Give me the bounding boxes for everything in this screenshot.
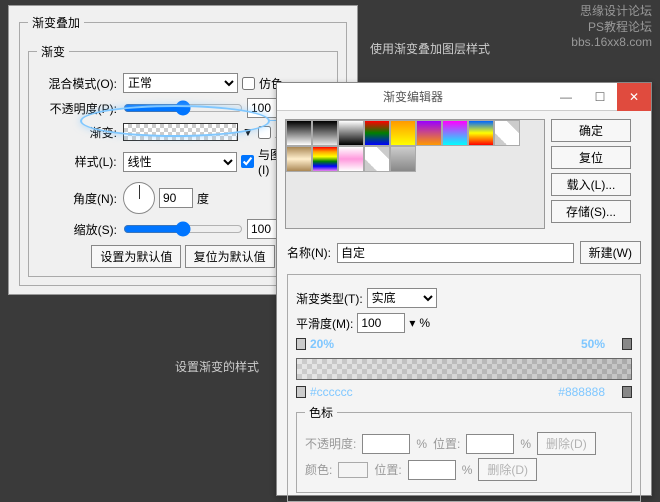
type-label: 渐变类型(T):	[296, 290, 363, 307]
wm-l1: 思缘设计论坛	[571, 4, 652, 20]
preset-swatch[interactable]	[338, 146, 364, 172]
wm-url: bbs.16xx8.com	[571, 35, 652, 51]
annotation-opacity-left: 20%	[310, 337, 334, 351]
color-stop[interactable]	[622, 386, 632, 398]
percent-5: %	[520, 437, 531, 451]
stop-color-label: 颜色:	[305, 461, 332, 478]
stop-pos-input-2	[408, 460, 456, 480]
preset-swatch[interactable]	[312, 120, 338, 146]
style-select[interactable]: 线性	[123, 152, 237, 172]
titlebar: 渐变编辑器 — ☐ ✕	[277, 83, 651, 111]
preset-swatch[interactable]	[468, 120, 494, 146]
opacity-stop[interactable]	[622, 338, 632, 350]
save-button[interactable]: 存储(S)...	[551, 200, 631, 223]
opacity-stop[interactable]	[296, 338, 306, 350]
blend-label: 混合模式(O):	[37, 75, 119, 92]
smooth-input[interactable]	[357, 313, 405, 333]
minimize-icon[interactable]: —	[549, 83, 583, 111]
color-stop[interactable]	[296, 386, 306, 398]
name-input[interactable]	[337, 243, 574, 263]
opacity-label: 不透明度(P):	[37, 100, 119, 117]
cancel-button[interactable]: 复位	[551, 146, 631, 169]
stop-pos-label-1: 位置:	[433, 435, 460, 452]
preset-grid[interactable]	[285, 119, 545, 229]
gradient-label: 渐变:	[37, 124, 119, 141]
percent-3: %	[419, 316, 430, 330]
preset-swatch[interactable]	[338, 120, 364, 146]
gradient-swatch[interactable]	[123, 123, 238, 141]
color-swatch	[338, 462, 368, 478]
preset-swatch[interactable]	[390, 146, 416, 172]
name-label: 名称(N):	[287, 244, 331, 261]
angle-label: 角度(N):	[37, 190, 119, 207]
subgroup-legend: 渐变	[37, 43, 69, 60]
new-button[interactable]: 新建(W)	[580, 241, 641, 264]
caption-style: 设置渐变的样式	[175, 358, 259, 375]
stop-opacity-label: 不透明度:	[305, 435, 356, 452]
wm-l2: PS教程论坛	[571, 20, 652, 36]
maximize-icon[interactable]: ☐	[583, 83, 617, 111]
annotation-hex-right: #888888	[558, 385, 605, 399]
smooth-label: 平滑度(M):	[296, 315, 353, 332]
chevron-down-icon[interactable]: ▾	[409, 316, 415, 330]
gradient-bar[interactable]	[296, 358, 632, 380]
angle-dial[interactable]	[123, 182, 155, 214]
deg-label: 度	[197, 190, 209, 207]
stops-legend: 色标	[305, 404, 337, 421]
type-select[interactable]: 实底	[367, 288, 437, 308]
chevron-down-icon[interactable]: ▼	[242, 125, 254, 139]
stop-pos-input-1	[466, 434, 514, 454]
window-title: 渐变编辑器	[277, 88, 549, 105]
stop-opacity-input	[362, 434, 410, 454]
close-icon[interactable]: ✕	[617, 83, 651, 111]
percent-6: %	[462, 463, 473, 477]
preset-swatch[interactable]	[494, 120, 520, 146]
preset-swatch[interactable]	[286, 146, 312, 172]
stop-pos-label-2: 位置:	[374, 461, 401, 478]
group-legend: 渐变叠加	[28, 14, 84, 31]
preset-swatch[interactable]	[390, 120, 416, 146]
dither-checkbox[interactable]	[242, 77, 255, 90]
ok-button[interactable]: 确定	[551, 119, 631, 142]
preset-swatch[interactable]	[286, 120, 312, 146]
preset-swatch[interactable]	[416, 120, 442, 146]
annotation-opacity-right: 50%	[581, 337, 605, 351]
scale-label: 缩放(S):	[37, 221, 119, 238]
reset-default-button[interactable]: 复位为默认值	[185, 245, 275, 268]
watermark: 思缘设计论坛 PS教程论坛 bbs.16xx8.com	[571, 4, 652, 51]
scale-slider[interactable]	[123, 221, 243, 237]
angle-input[interactable]	[159, 188, 193, 208]
set-default-button[interactable]: 设置为默认值	[91, 245, 181, 268]
percent-4: %	[416, 437, 427, 451]
blend-mode-select[interactable]: 正常	[123, 73, 238, 93]
style-label: 样式(L):	[37, 153, 119, 170]
delete-opacity-stop-button: 删除(D)	[537, 432, 596, 455]
preset-swatch[interactable]	[364, 146, 390, 172]
opacity-slider[interactable]	[123, 100, 243, 116]
gradient-editor-window: 渐变编辑器 — ☐ ✕	[276, 82, 652, 496]
stops-section: 色标 不透明度: % 位置: % 删除(D) 颜色: 位置: % 删除(D)	[296, 404, 632, 493]
caption-overlay: 使用渐变叠加图层样式	[370, 40, 490, 57]
preset-swatch[interactable]	[364, 120, 390, 146]
preset-swatch[interactable]	[442, 120, 468, 146]
annotation-hex-left: #cccccc	[310, 385, 353, 399]
reverse-checkbox[interactable]	[258, 126, 271, 139]
load-button[interactable]: 载入(L)...	[551, 173, 631, 196]
delete-color-stop-button: 删除(D)	[478, 458, 537, 481]
preset-swatch[interactable]	[312, 146, 338, 172]
align-checkbox[interactable]	[241, 155, 254, 168]
